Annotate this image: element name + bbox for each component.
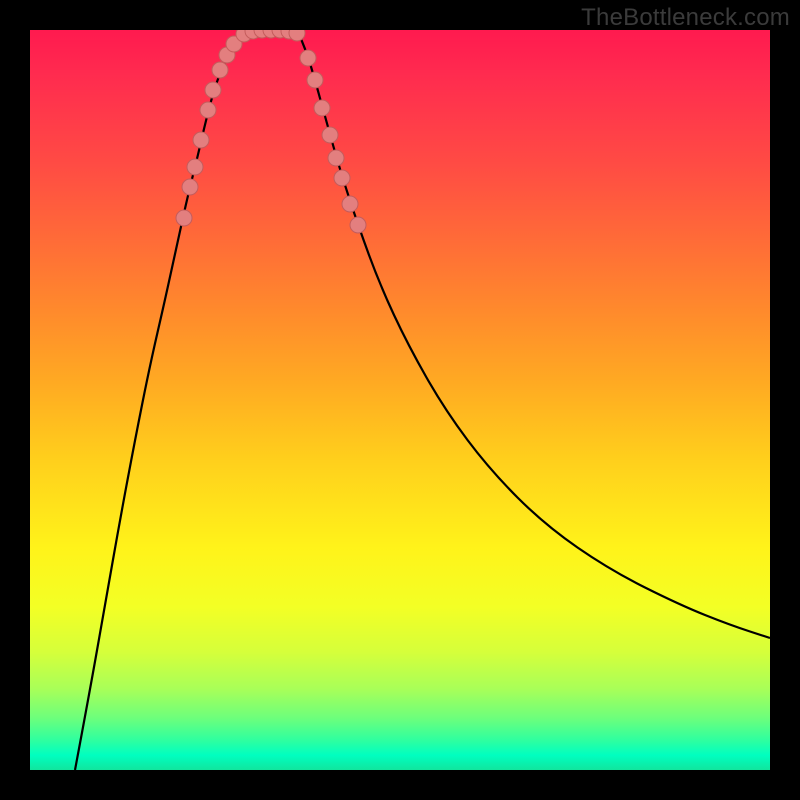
marker-right-dot — [334, 170, 350, 186]
marker-left-dot — [200, 102, 216, 118]
curve-left-branch — [75, 32, 246, 770]
marker-right-dot — [350, 217, 366, 233]
marker-right-dot — [322, 127, 338, 143]
marker-left-dot — [182, 179, 198, 195]
marker-left-dot — [193, 132, 209, 148]
marker-floor-dot — [289, 30, 305, 41]
marker-left-dot — [212, 62, 228, 78]
marker-right-dot — [328, 150, 344, 166]
curve-right-branch — [298, 32, 770, 638]
marker-right-dot — [307, 72, 323, 88]
marker-right-dot — [300, 50, 316, 66]
marker-right-dot — [342, 196, 358, 212]
marker-left-dot — [187, 159, 203, 175]
plot-area — [30, 30, 770, 770]
watermark-text: TheBottleneck.com — [581, 4, 790, 32]
plot-svg — [30, 30, 770, 770]
marker-left-dot — [176, 210, 192, 226]
chart-frame: TheBottleneck.com — [0, 0, 800, 800]
marker-right-dot — [314, 100, 330, 116]
marker-left-dot — [205, 82, 221, 98]
